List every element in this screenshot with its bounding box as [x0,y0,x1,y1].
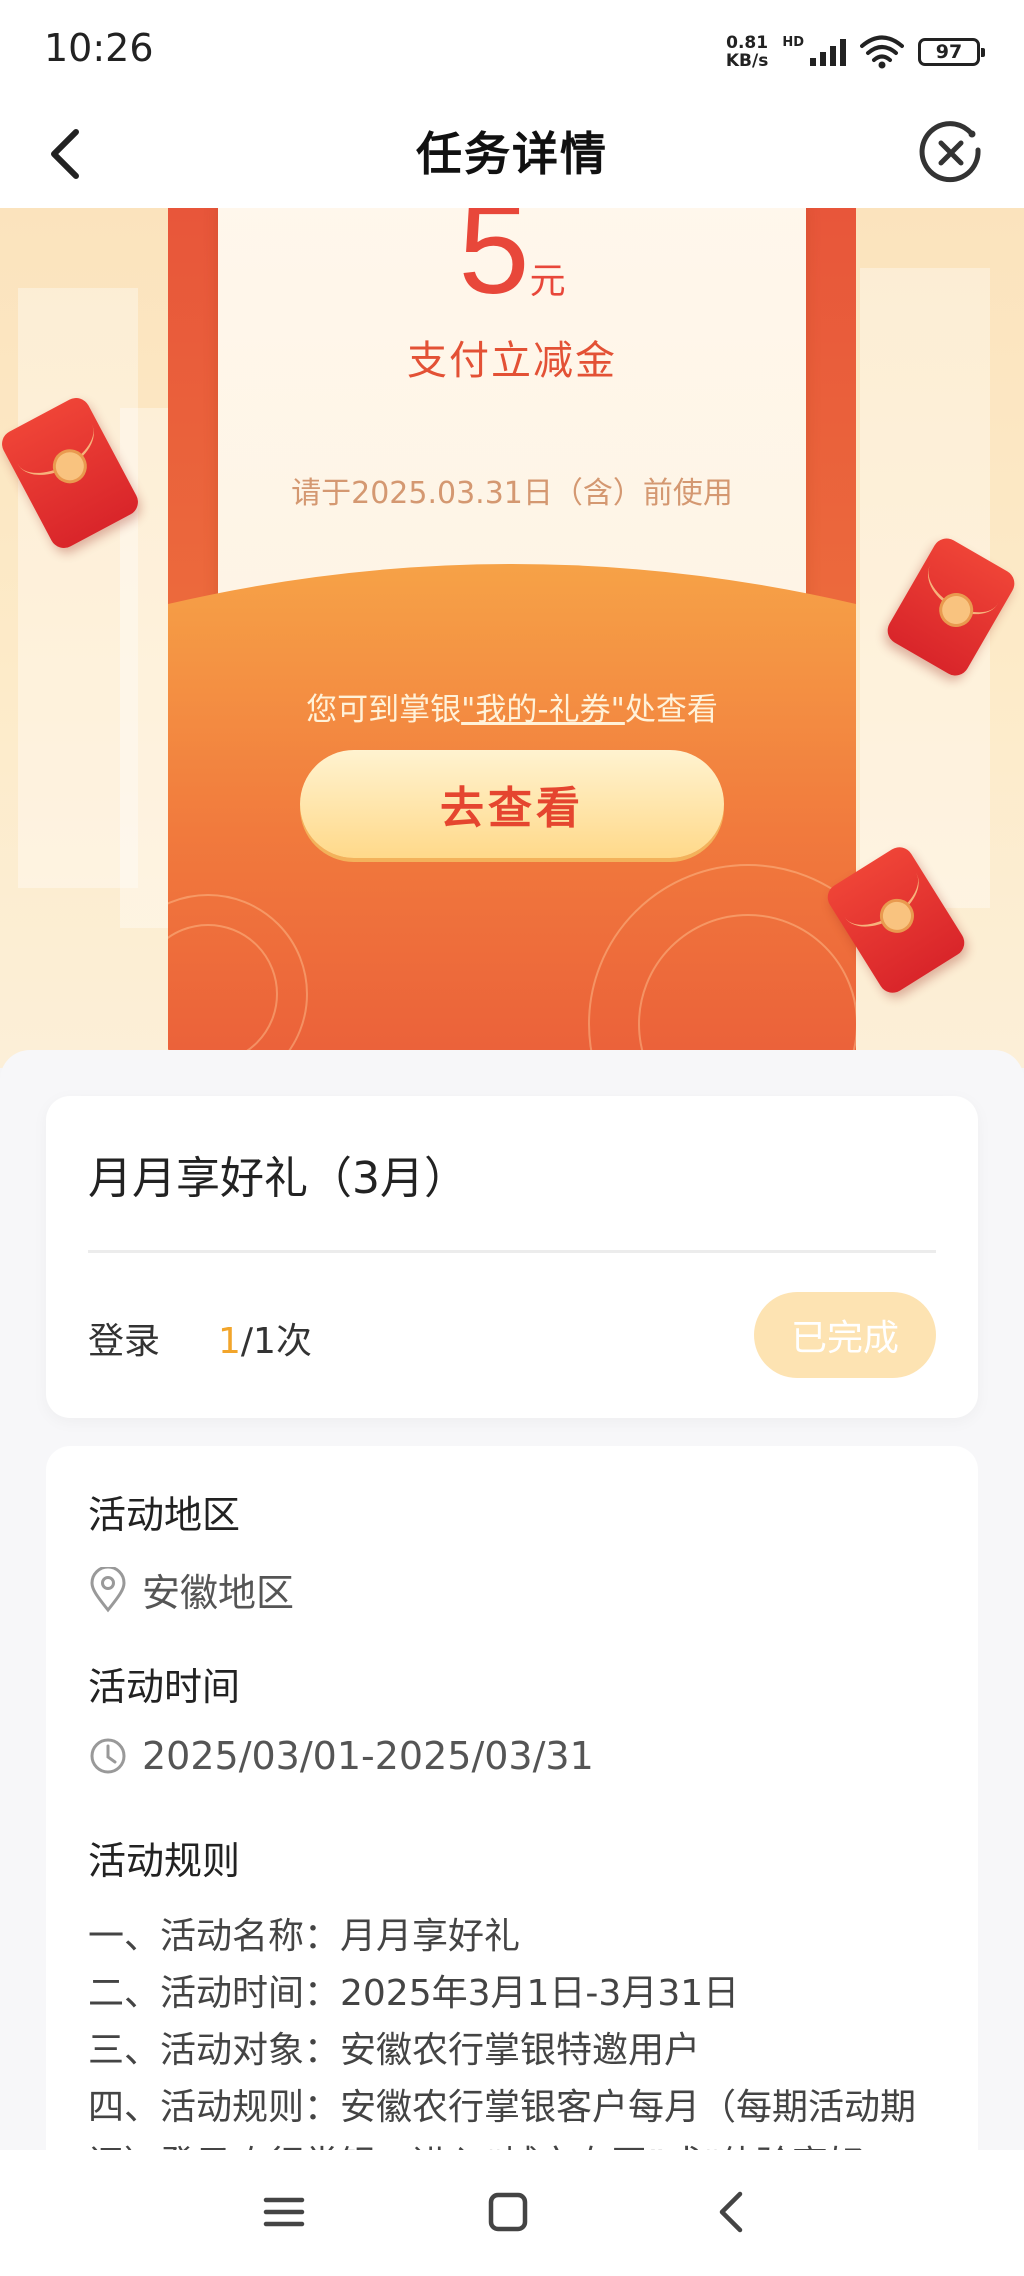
task-card: 月月享好礼（3月） 登录 1/1次 已完成 [46,1096,978,1418]
nav-bar: 任务详情 [0,100,1024,208]
status-icons: 0.81 KB/s HD 97 [725,30,985,74]
time-value: 2025/03/01-2025/03/31 [142,1734,594,1778]
back-icon[interactable] [702,2182,762,2242]
region-title: 活动地区 [88,1493,241,1537]
task-progress: 1/1次 [218,1321,312,1362]
time-title: 活动时间 [88,1665,241,1709]
status-time: 10:26 [44,26,154,70]
menu-icon[interactable] [254,2182,314,2242]
coupon-name: 支付立减金 [407,338,617,384]
region-row: 安徽地区 [88,1562,294,1617]
divider [88,1250,936,1253]
decor-wave [138,924,278,1064]
activity-info-card: 活动地区 安徽地区 活动时间 2025/03/01-2025/03/31 活动规… [46,1446,978,2166]
coupon-view-hint: 您可到掌银"我的-礼券"处查看 [306,692,718,728]
coupon-amount: 5元 [458,208,566,321]
signal-icon [810,38,846,66]
time-row: 2025/03/01-2025/03/31 [88,1734,594,1778]
region-value: 安徽地区 [142,1571,295,1615]
task-status-button[interactable]: 已完成 [754,1292,936,1378]
coupon-expire-text: 请于2025.03.31日（含）前使用 [291,476,733,511]
rule-item: 三、活动对象：安徽农行掌银特邀用户 [88,2030,701,2071]
location-pin-icon [90,1566,126,1612]
coupon-envelope-front: 您可到掌银"我的-礼券"处查看 去查看 [168,564,856,1068]
coupon-banner: 5元 支付立减金 请于2025.03.31日（含）前使用 您可到掌银"我的-礼券… [0,208,1024,1068]
task-title: 月月享好礼（3月） [88,1153,468,1204]
close-circle-icon[interactable] [918,120,984,186]
rule-item: 一、活动名称：月月享好礼 [88,1916,521,1957]
task-label: 登录 [88,1321,161,1362]
rule-item: 二、活动时间：2025年3月1日-3月31日 [88,1973,740,2014]
battery-icon: 97 [918,38,985,66]
wifi-icon [860,35,904,69]
page-title: 任务详情 [416,127,608,181]
status-bar: 10:26 0.81 KB/s HD 97 [0,0,1024,100]
hd-badge: HD [782,34,804,50]
network-speed: 0.81 KB/s [725,33,769,71]
system-nav-bar [0,2150,1024,2276]
my-coupons-link[interactable]: "我的-礼券" [461,692,625,728]
rules-title: 活动规则 [88,1839,241,1883]
clock-icon [90,1738,126,1774]
home-icon[interactable] [478,2182,538,2242]
view-coupon-button[interactable]: 去查看 [300,750,724,858]
rules-list: 一、活动名称：月月享好礼 二、活动时间：2025年3月1日-3月31日 三、活动… [88,1908,948,2166]
